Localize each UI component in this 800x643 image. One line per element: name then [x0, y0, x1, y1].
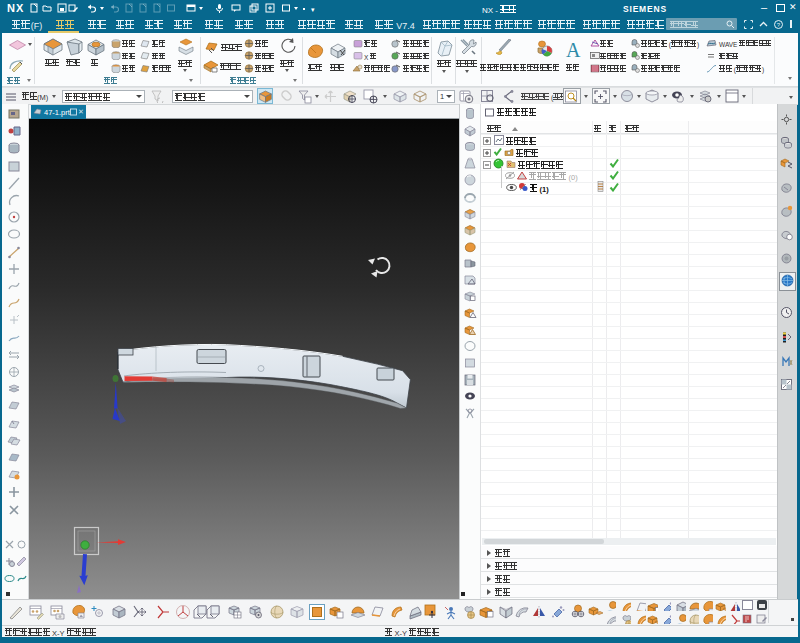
svg-text:?: ? [777, 22, 781, 28]
